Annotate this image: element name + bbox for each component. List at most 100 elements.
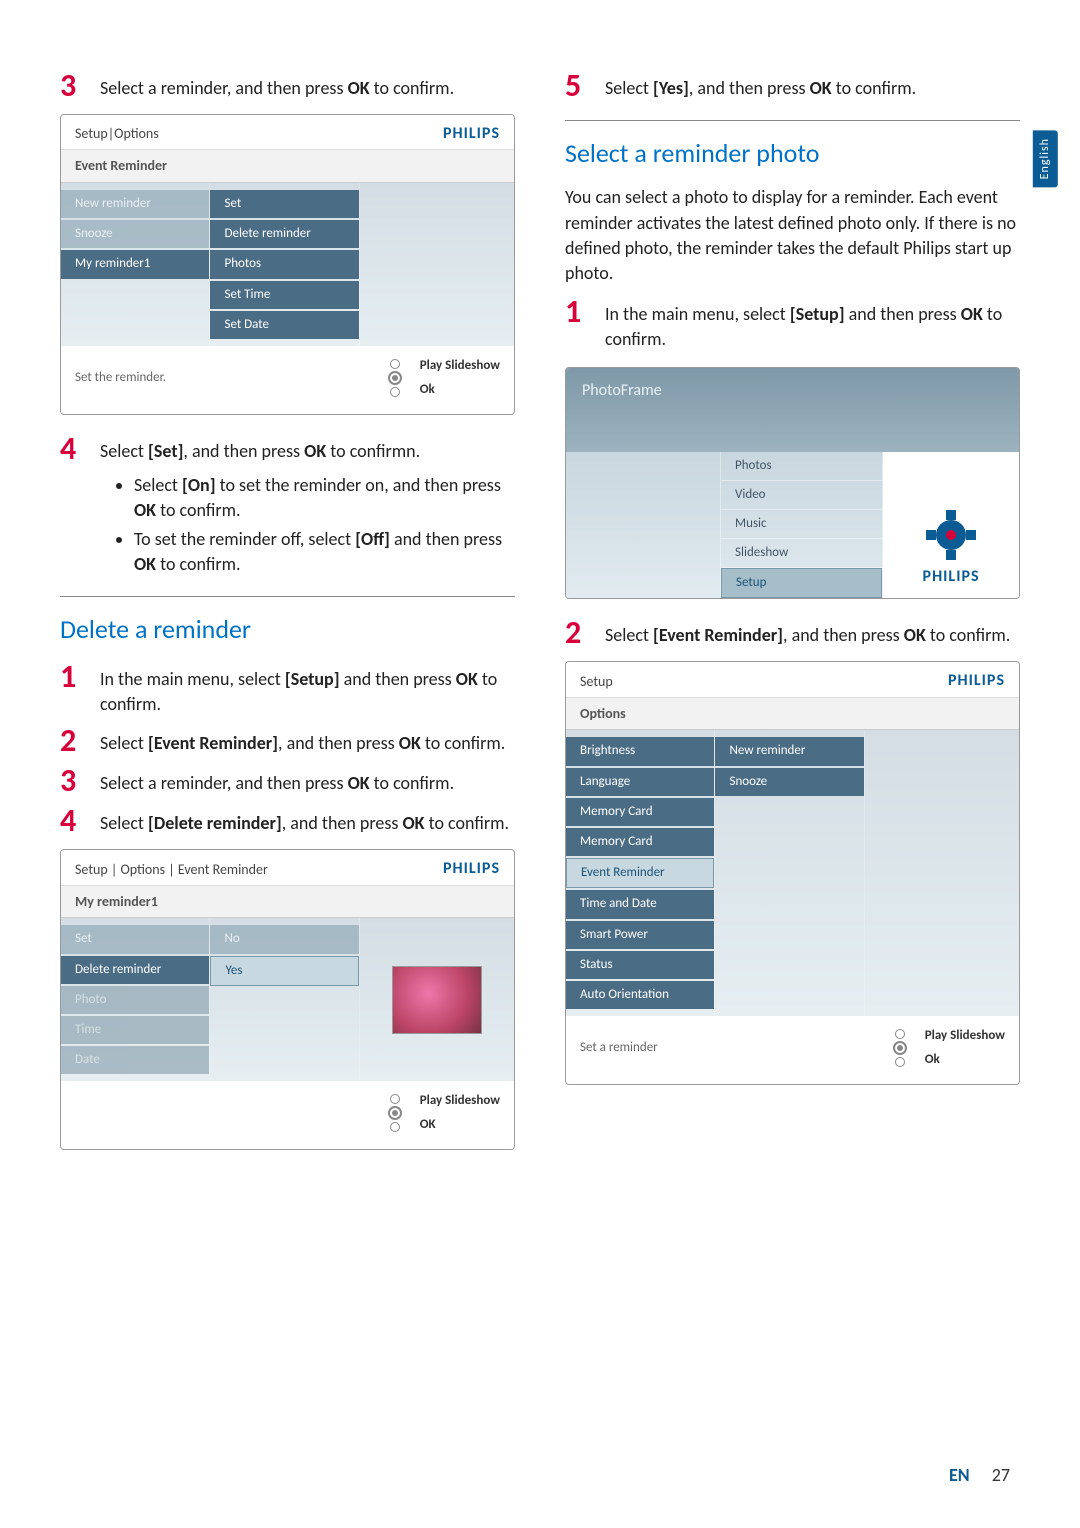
dpad-icon	[380, 1091, 410, 1135]
text: to confirm.	[926, 624, 1011, 646]
text: In the main menu, select	[605, 303, 790, 325]
menu-item[interactable]: Delete reminder	[210, 220, 358, 248]
step-5: 5 Select [Yes], and then press OK to con…	[565, 70, 1020, 102]
menu-item-selected[interactable]: Yes	[210, 956, 358, 986]
step-text: Select a reminder, and then press OK to …	[100, 765, 454, 797]
menu-item-selected[interactable]: Delete reminder	[61, 956, 209, 984]
text: Select	[605, 624, 653, 646]
menu-item[interactable]: Video	[721, 481, 882, 510]
text: , and then press	[689, 77, 810, 99]
divider	[60, 596, 515, 597]
menu-item[interactable]: Language	[566, 768, 714, 796]
menu-item[interactable]: New reminder	[715, 737, 863, 765]
ok-label: OK	[134, 499, 156, 521]
ok-label: OK	[348, 772, 370, 794]
text: , and then press	[282, 812, 403, 834]
step-number: 5	[565, 70, 605, 102]
menu-item[interactable]: Date	[61, 1046, 209, 1074]
footer-labels: Play Slideshow Ok	[420, 357, 500, 399]
step-number: 3	[60, 70, 100, 102]
dpad-icon	[380, 356, 410, 400]
left-column: 3 Select a reminder, and then press OK t…	[60, 70, 515, 1168]
bracket: [On]	[182, 474, 216, 496]
del-step-1: 1 In the main menu, select [Setup] and t…	[60, 661, 515, 717]
menu-item-selected[interactable]: Event Reminder	[566, 858, 714, 888]
page-number: 27	[992, 1464, 1010, 1486]
device-screenshot-3: Setup PHILIPS Options Brightness Languag…	[565, 661, 1020, 1085]
footer-controls: Play Slideshow OK	[380, 1091, 500, 1135]
delete-reminder-heading: Delete a reminder	[60, 611, 515, 647]
text: to confirm.	[421, 732, 506, 754]
menu-item[interactable]: Auto Orientation	[566, 981, 714, 1009]
menu-item[interactable]: Photos	[210, 250, 358, 278]
intro-paragraph: You can select a photo to display for a …	[565, 185, 1020, 286]
menu-item[interactable]: No	[210, 925, 358, 953]
menu-item[interactable]: Set	[210, 190, 358, 218]
pf-body: Photos Video Music Slideshow Setup PHILI…	[566, 452, 1019, 599]
del-step-4: 4 Select [Delete reminder], and then pre…	[60, 805, 515, 837]
text: and then press	[390, 528, 502, 550]
philips-logo: PHILIPS	[948, 670, 1005, 692]
select-photo-heading: Select a reminder photo	[565, 135, 1020, 171]
device-title: Setup	[580, 672, 613, 692]
text: Select a reminder, and then press	[100, 772, 348, 794]
pf-header: PhotoFrame	[566, 368, 1019, 452]
step-3: 3 Select a reminder, and then press OK t…	[60, 70, 515, 102]
text: , and then press	[278, 732, 399, 754]
device-col1: New reminder Snooze My reminder1	[61, 183, 210, 346]
ok-label: OK	[456, 668, 478, 690]
menu-item[interactable]: Status	[566, 951, 714, 979]
menu-item[interactable]: Time	[61, 1016, 209, 1044]
menu-item[interactable]: Photo	[61, 986, 209, 1014]
ok-label: OK	[403, 812, 425, 834]
device-titlebar: Setup PHILIPS	[566, 662, 1019, 696]
menu-item[interactable]: Music	[721, 510, 882, 539]
step-number: 4	[60, 805, 100, 837]
menu-item[interactable]: New reminder	[61, 190, 209, 218]
step-text: Select a reminder, and then press OK to …	[100, 70, 454, 102]
text: to confirm.	[156, 499, 241, 521]
menu-item[interactable]: Memory Card	[566, 798, 714, 826]
menu-item[interactable]: Memory Card	[566, 828, 714, 856]
menu-item[interactable]: Brightness	[566, 737, 714, 765]
menu-item[interactable]: Snooze	[715, 768, 863, 796]
label: OK	[420, 1116, 500, 1134]
menu-item[interactable]: Set Date	[210, 311, 358, 339]
menu-item[interactable]: Photos	[721, 452, 882, 481]
menu-item[interactable]: Set Time	[210, 281, 358, 309]
menu-item-selected[interactable]: My reminder1	[61, 250, 209, 278]
ok-label: OK	[399, 732, 421, 754]
footer-hint: Set a reminder	[580, 1039, 658, 1057]
footer-labels: Play Slideshow Ok	[925, 1027, 1005, 1069]
right-step-2: 2 Select [Event Reminder], and then pres…	[565, 617, 1020, 649]
device-footer: Set the reminder. Play Slideshow Ok	[61, 346, 514, 414]
menu-item-selected[interactable]: Setup	[721, 568, 882, 598]
device-col1: Brightness Language Memory Card Memory C…	[566, 730, 715, 1016]
text: , and then press	[183, 440, 304, 462]
menu-item[interactable]: Smart Power	[566, 921, 714, 949]
photoframe-screenshot: PhotoFrame Photos Video Music Slideshow …	[565, 367, 1020, 600]
bullet: To set the reminder off, select [Off] an…	[134, 527, 515, 577]
text: To set the reminder off, select	[134, 528, 355, 550]
menu-item[interactable]: Time and Date	[566, 890, 714, 918]
footer-hint: Set the reminder.	[75, 369, 166, 387]
text: to confirm.	[425, 812, 510, 834]
device-screenshot-1: Setup|Options PHILIPS Event Reminder New…	[60, 114, 515, 415]
device-title: Setup|Options	[75, 124, 159, 144]
device-footer: Play Slideshow OK	[61, 1081, 514, 1149]
device-col2: New reminder Snooze	[715, 730, 864, 1016]
bracket: [Set]	[148, 440, 183, 462]
menu-item[interactable]: Snooze	[61, 220, 209, 248]
dpad-icon	[885, 1026, 915, 1070]
footer-controls: Play Slideshow Ok	[885, 1026, 1005, 1070]
label: Ok	[925, 1051, 1005, 1069]
menu-item[interactable]: Set	[61, 925, 209, 953]
text: to confirm.	[156, 553, 241, 575]
photo-thumbnail	[392, 966, 482, 1034]
menu-item[interactable]: Slideshow	[721, 539, 882, 568]
language-tab: English	[1033, 130, 1058, 187]
pf-menu: Photos Video Music Slideshow Setup	[720, 452, 883, 599]
divider	[565, 120, 1020, 121]
text: Select	[134, 474, 182, 496]
pf-right: PHILIPS	[883, 452, 1019, 599]
